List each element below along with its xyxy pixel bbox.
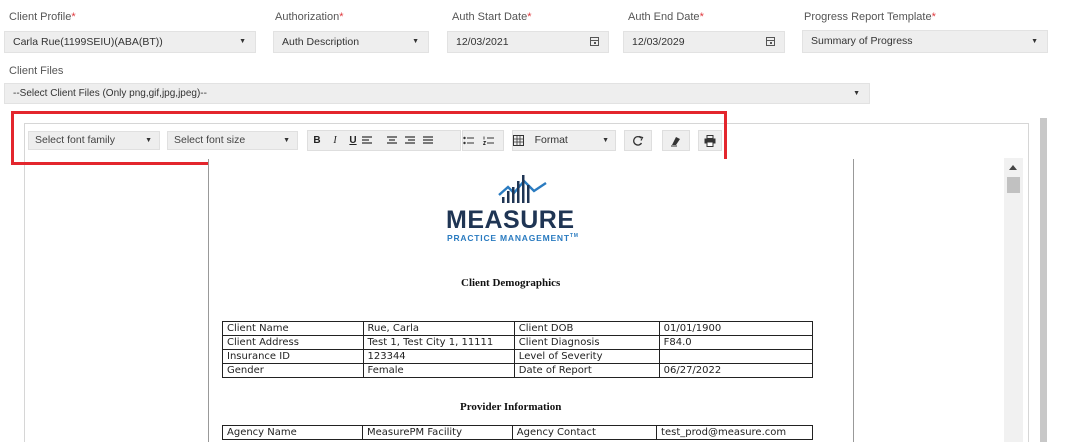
scroll-up-arrow-icon[interactable]	[1009, 165, 1017, 170]
toolbar-highlight-box	[11, 111, 727, 165]
table-cell	[658, 349, 814, 364]
client-files-label: Client Files	[9, 65, 64, 77]
table-cell: Client Diagnosis	[513, 335, 660, 350]
logo-wordmark: MEASURE	[446, 206, 575, 234]
client-demographics-heading: Client Demographics	[461, 277, 561, 289]
table-row: Agency Name MeasurePM Facility Agency Cont…	[221, 425, 813, 440]
client-demographics-table: Client Name Rue, Carla Client DOB 01/01/190…	[222, 321, 814, 378]
table-cell: Female	[362, 363, 515, 378]
authorization-select[interactable]: Auth Description ▼	[273, 31, 429, 53]
table-cell: 01/01/1900	[658, 321, 814, 336]
table-cell: F84.0	[658, 335, 814, 350]
auth-end-date-input[interactable]: 12/03/2029	[623, 31, 785, 53]
table-cell: Agency Contact	[511, 425, 658, 440]
table-row: Client Address Test 1, Test City 1, 11111…	[222, 335, 814, 350]
authorization-value: Auth Description	[282, 36, 360, 48]
table-cell: Date of Report	[513, 363, 660, 378]
client-files-select[interactable]: --Select Client Files (Only png,gif,jpg,…	[4, 83, 870, 104]
provider-information-heading: Provider Information	[460, 401, 562, 413]
chevron-down-icon: ▼	[239, 38, 246, 45]
table-cell: Client DOB	[513, 321, 660, 336]
table-cell: Test 1, Test City 1, 11111	[362, 335, 515, 350]
table-cell: test_prod@measure.com	[656, 425, 813, 440]
client-profile-select[interactable]: Carla Rue(1199SEIU)(ABA(BT)) ▼	[4, 31, 256, 53]
table-cell: 123344	[362, 349, 515, 364]
table-row: Client Name Rue, Carla Client DOB 01/01/190…	[222, 321, 814, 336]
logo-tagline: PRACTICE MANAGEMENTTM	[447, 233, 579, 243]
table-cell: Level of Severity	[513, 349, 660, 364]
client-profile-value: Carla Rue(1199SEIU)(ABA(BT))	[13, 36, 163, 48]
editor-scrollbar[interactable]	[1004, 158, 1023, 442]
chevron-down-icon: ▼	[853, 90, 860, 97]
progress-report-template-select[interactable]: Summary of Progress ▼	[802, 30, 1048, 53]
auth-start-date-label: Auth Start Date*	[452, 11, 532, 23]
auth-end-date-value: 12/03/2029	[632, 36, 685, 48]
calendar-icon[interactable]	[766, 37, 775, 46]
table-cell: Insurance ID	[222, 349, 364, 364]
table-cell: Rue, Carla	[362, 321, 515, 336]
table-row: Insurance ID 123344 Level of Severity	[222, 349, 814, 364]
document-page: MEASURE PRACTICE MANAGEMENTTM Client Dem…	[208, 159, 854, 442]
auth-start-date-input[interactable]: 12/03/2021	[447, 31, 609, 53]
table-cell: Agency Name	[221, 425, 364, 440]
table-cell: MeasurePM Facility	[362, 425, 513, 440]
table-cell: Gender	[222, 363, 364, 378]
scrollbar-thumb[interactable]	[1007, 177, 1020, 193]
progress-report-template-label: Progress Report Template*	[804, 11, 936, 23]
progress-report-template-value: Summary of Progress	[811, 35, 913, 47]
client-profile-label: Client Profile*	[9, 11, 76, 23]
auth-end-date-label: Auth End Date*	[628, 11, 704, 23]
authorization-label: Authorization*	[275, 11, 344, 23]
provider-information-table: Agency Name MeasurePM Facility Agency Cont…	[221, 425, 813, 440]
table-cell: Client Address	[222, 335, 364, 350]
page-scrollbar[interactable]	[1040, 118, 1047, 442]
chevron-down-icon: ▼	[412, 38, 419, 45]
table-cell: Client Name	[222, 321, 364, 336]
table-row: Gender Female Date of Report 06/27/2022	[222, 363, 814, 378]
calendar-icon[interactable]	[590, 37, 599, 46]
table-cell: 06/27/2022	[658, 363, 814, 378]
auth-start-date-value: 12/03/2021	[456, 36, 509, 48]
client-files-value: --Select Client Files (Only png,gif,jpg,…	[13, 88, 207, 99]
chevron-down-icon: ▼	[1031, 38, 1038, 45]
